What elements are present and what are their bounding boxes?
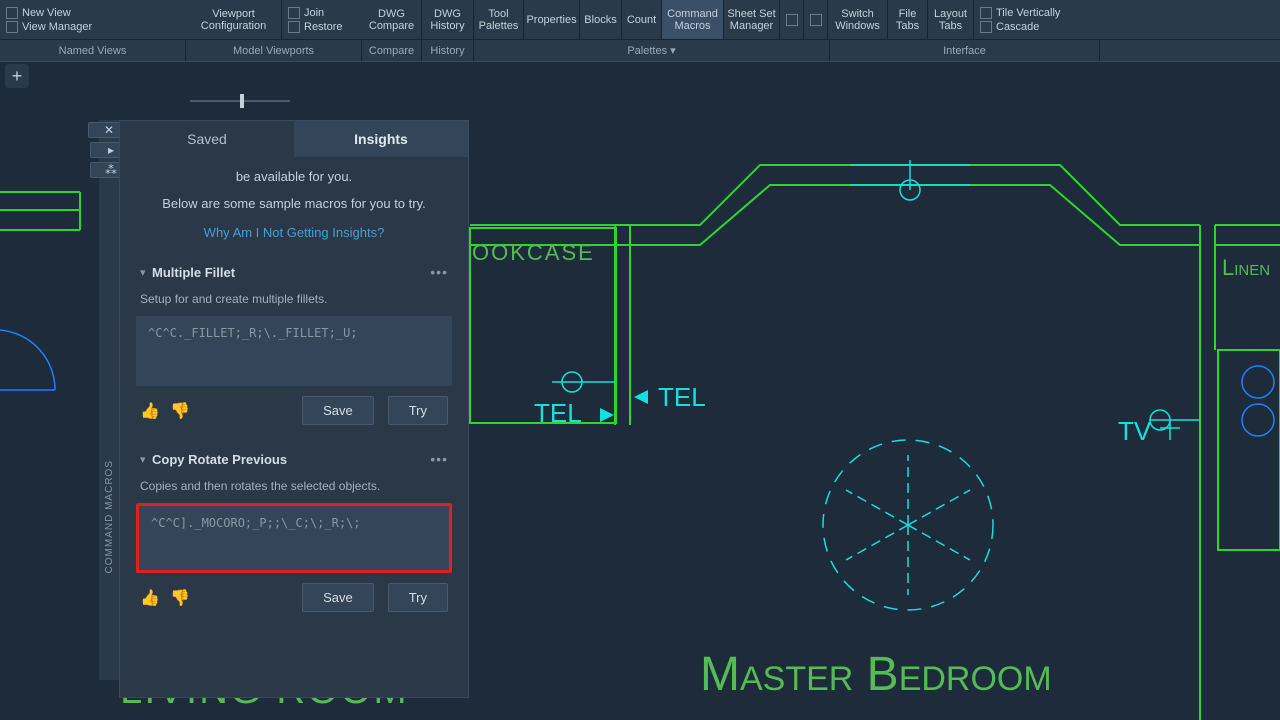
thumbs-up-icon[interactable]: 👍	[140, 401, 160, 421]
palette-handle[interactable]: ✕ ▸ ⁂ COMMAND MACROS	[99, 120, 119, 680]
save-button-1[interactable]: Save	[302, 396, 374, 425]
linen-label: Linen	[1222, 255, 1270, 280]
tv-label: TV	[1118, 416, 1152, 446]
tab-insights[interactable]: Insights	[294, 121, 468, 157]
macro-title-2: Copy Rotate Previous	[152, 452, 430, 467]
dwg-history-button[interactable]: DWG History	[422, 0, 474, 39]
palette-icon-2[interactable]	[804, 0, 828, 39]
new-view-button[interactable]: New View	[6, 6, 180, 20]
dwg-compare-button[interactable]: DWG Compare	[362, 0, 422, 39]
layout-tabs-button[interactable]: Layout Tabs	[928, 0, 974, 39]
group-compare: Compare	[362, 40, 422, 61]
chevron-down-icon[interactable]: ▾	[140, 453, 152, 466]
group-palettes[interactable]: Palettes ▾	[474, 40, 830, 61]
macro-code-2[interactable]: ^C^C]._MOCORO;_P;;\_C;\;_R;\;	[136, 503, 452, 573]
sheet-set-button[interactable]: Sheet Set Manager	[724, 0, 780, 39]
thumbs-down-icon[interactable]: 👎	[170, 401, 190, 421]
macro-title-1: Multiple Fillet	[152, 265, 430, 280]
macro-card-copy-rotate: ▾ Copy Rotate Previous ••• Copies and th…	[136, 443, 452, 622]
add-tab-button[interactable]: +	[5, 64, 29, 88]
macro-menu-2[interactable]: •••	[430, 451, 448, 467]
group-model-viewports: Model Viewports	[186, 40, 362, 61]
group-named-views: Named Views	[0, 40, 186, 61]
join-button[interactable]: Join	[288, 6, 356, 20]
file-tabs-button[interactable]: File Tabs	[888, 0, 928, 39]
macro-desc-1: Setup for and create multiple fillets.	[136, 288, 452, 316]
thumbs-up-icon[interactable]: 👍	[140, 588, 160, 608]
chevron-down-icon[interactable]: ▾	[140, 266, 152, 279]
macro-card-multiple-fillet: ▾ Multiple Fillet ••• Setup for and crea…	[136, 256, 452, 435]
group-history: History	[422, 40, 474, 61]
tile-vertically-button[interactable]: Tile Vertically	[980, 6, 1078, 20]
switch-windows-button[interactable]: Switch Windows	[828, 0, 888, 39]
blocks-button[interactable]: Blocks	[580, 0, 622, 39]
macro-menu-1[interactable]: •••	[430, 264, 448, 280]
drawing-canvas[interactable]: TEL TEL TV Master Bedroom LIVING ROOM OO…	[0, 90, 1280, 720]
macro-desc-2: Copies and then rotates the selected obj…	[136, 475, 452, 503]
intro-text-2: Below are some sample macros for you to …	[136, 196, 452, 211]
tool-palettes-button[interactable]: Tool Palettes	[474, 0, 524, 39]
intro-text-1: be available for you.	[136, 169, 452, 184]
count-button[interactable]: Count	[622, 0, 662, 39]
palette-icon-1[interactable]	[780, 0, 804, 39]
thumbs-down-icon[interactable]: 👎	[170, 588, 190, 608]
try-button-2[interactable]: Try	[388, 583, 448, 612]
command-macros-panel: Saved Insights be available for you. Bel…	[119, 120, 469, 698]
bookcase-label: OOKCASE	[472, 240, 595, 265]
master-bedroom-label: Master Bedroom	[700, 648, 1052, 701]
insights-help-link[interactable]: Why Am I Not Getting Insights?	[136, 225, 452, 240]
group-interface: Interface	[830, 40, 1100, 61]
command-macros-button[interactable]: Command Macros	[662, 0, 724, 39]
viewport-config-button[interactable]: Viewport Configuration	[186, 0, 282, 39]
tel-label-1: TEL	[534, 398, 582, 428]
save-button-2[interactable]: Save	[302, 583, 374, 612]
cascade-button[interactable]: Cascade	[980, 20, 1078, 34]
new-view-label: New View	[22, 7, 71, 19]
restore-button[interactable]: Restore	[288, 20, 356, 34]
palette-title: COMMAND MACROS	[104, 460, 115, 573]
properties-button[interactable]: Properties	[524, 0, 580, 39]
try-button-1[interactable]: Try	[388, 396, 448, 425]
view-manager-button[interactable]: View Manager	[6, 20, 180, 34]
view-slider-knob[interactable]	[240, 94, 244, 108]
view-manager-label: View Manager	[22, 21, 92, 33]
tab-saved[interactable]: Saved	[120, 121, 294, 157]
tel-label-2: TEL	[658, 382, 706, 412]
macro-code-1[interactable]: ^C^C._FILLET;_R;\._FILLET;_U;	[136, 316, 452, 386]
